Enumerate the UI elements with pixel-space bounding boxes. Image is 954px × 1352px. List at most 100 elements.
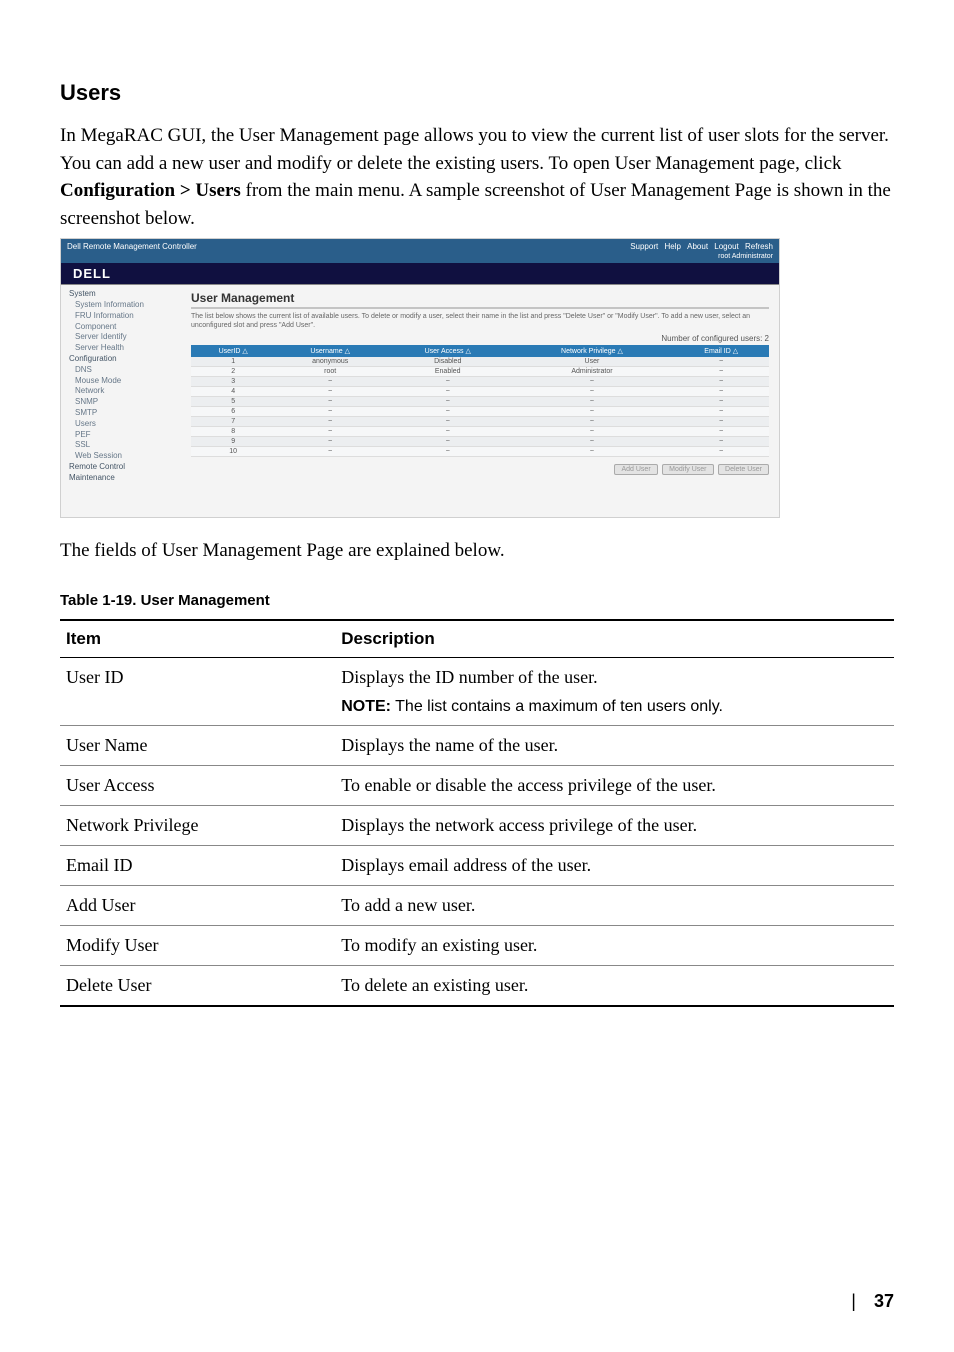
table-cell: ~ (673, 396, 769, 406)
nav-network[interactable]: Network (75, 386, 175, 397)
intro-bold-path: Configuration > Users (60, 180, 241, 201)
table-cell: anonymous (275, 357, 385, 367)
table-cell: ~ (385, 416, 511, 426)
table-row[interactable]: 10~~~~ (191, 446, 769, 456)
table-row[interactable]: 8~~~~ (191, 426, 769, 436)
nav-dns[interactable]: DNS (75, 365, 175, 376)
nav-server-health[interactable]: Server Health (75, 343, 175, 354)
table-cell: Disabled (385, 357, 511, 367)
table-cell: Administrator (510, 366, 673, 376)
table-cell: ~ (510, 436, 673, 446)
table-cell: ~ (510, 406, 673, 416)
table-cell: 6 (191, 406, 275, 416)
link-refresh[interactable]: Refresh (745, 242, 773, 251)
nav-component[interactable]: Component (75, 322, 175, 333)
add-user-button[interactable]: Add User (614, 464, 657, 475)
col-username[interactable]: Username △ (275, 345, 385, 357)
table-row[interactable]: 4~~~~ (191, 386, 769, 396)
row-userid-desc-text: Displays the ID number of the user. (341, 667, 888, 688)
nav-maintenance[interactable]: Maintenance (69, 473, 175, 484)
fields-col-desc: Description (335, 620, 894, 658)
link-logout[interactable]: Logout (714, 242, 738, 251)
table-cell: ~ (275, 446, 385, 456)
nav-smtp[interactable]: SMTP (75, 408, 175, 419)
table-row[interactable]: 1anonymousDisabledUser~ (191, 357, 769, 367)
row-username-item: User Name (60, 726, 335, 766)
panel-description: The list below shows the current list of… (191, 313, 769, 330)
table-cell: ~ (673, 406, 769, 416)
table-row[interactable]: 5~~~~ (191, 396, 769, 406)
link-about[interactable]: About (687, 242, 708, 251)
row-modifyuser-item: Modify User (60, 926, 335, 966)
table-row[interactable]: 6~~~~ (191, 406, 769, 416)
table-row[interactable]: 9~~~~ (191, 436, 769, 446)
nav-fru-info[interactable]: FRU Information (75, 311, 175, 322)
table-cell: 9 (191, 436, 275, 446)
nav-remote-control[interactable]: Remote Control (69, 462, 175, 473)
table-cell: ~ (385, 446, 511, 456)
nav-pef[interactable]: PEF (75, 430, 175, 441)
table-cell: ~ (385, 386, 511, 396)
nav-ssl[interactable]: SSL (75, 440, 175, 451)
nav-system[interactable]: System (69, 289, 175, 300)
table-cell: 8 (191, 426, 275, 436)
table-row[interactable]: 3~~~~ (191, 376, 769, 386)
page-number-area: |37 (851, 1291, 894, 1312)
nav-mouse-mode[interactable]: Mouse Mode (75, 376, 175, 387)
table-cell: 5 (191, 396, 275, 406)
row-userid-item: User ID (60, 658, 335, 726)
table-cell: ~ (385, 436, 511, 446)
section-heading: Users (60, 80, 894, 106)
note-text: The list contains a maximum of ten users… (391, 698, 723, 715)
table-cell: ~ (275, 406, 385, 416)
table-cell: root (275, 366, 385, 376)
intro-paragraph: In MegaRAC GUI, the User Management page… (60, 122, 894, 232)
link-help[interactable]: Help (664, 242, 680, 251)
table-cell: ~ (510, 416, 673, 426)
screenshot: Dell Remote Management Controller Suppor… (60, 238, 780, 518)
table-cell: ~ (673, 416, 769, 426)
table-cell: ~ (275, 426, 385, 436)
modify-user-button[interactable]: Modify User (662, 464, 713, 475)
table-cell: ~ (673, 446, 769, 456)
row-adduser-item: Add User (60, 886, 335, 926)
row-emailid-desc: Displays email address of the user. (335, 846, 894, 886)
window-titlebar: Dell Remote Management Controller Suppor… (61, 239, 779, 253)
table-cell: 3 (191, 376, 275, 386)
delete-user-button[interactable]: Delete User (718, 464, 769, 475)
nav-snmp[interactable]: SNMP (75, 397, 175, 408)
table-cell: ~ (673, 376, 769, 386)
col-userid[interactable]: UserID △ (191, 345, 275, 357)
table-row[interactable]: 2rootEnabledAdministrator~ (191, 366, 769, 376)
table-cell: 10 (191, 446, 275, 456)
row-useraccess-desc: To enable or disable the access privileg… (335, 766, 894, 806)
table-cell: 1 (191, 357, 275, 367)
top-link-bar: Support Help About Logout Refresh (626, 242, 773, 251)
fields-col-item: Item (60, 620, 335, 658)
nav-system-info[interactable]: System Information (75, 300, 175, 311)
page-number: 37 (874, 1291, 894, 1311)
table-cell: ~ (510, 386, 673, 396)
link-support[interactable]: Support (630, 242, 658, 251)
nav-configuration[interactable]: Configuration (69, 354, 175, 365)
intro-text-1: In MegaRAC GUI, the User Management page… (60, 125, 889, 174)
fields-table: Item Description User ID Displays the ID… (60, 619, 894, 1007)
table-cell: ~ (510, 426, 673, 436)
col-emailid[interactable]: Email ID △ (673, 345, 769, 357)
nav-server-identify[interactable]: Server Identify (75, 332, 175, 343)
row-networkpriv-desc: Displays the network access privilege of… (335, 806, 894, 846)
nav-users[interactable]: Users (75, 419, 175, 430)
table-row[interactable]: 7~~~~ (191, 416, 769, 426)
table-caption: Table 1-19. User Management (60, 592, 894, 609)
table-cell: ~ (673, 366, 769, 376)
col-networkpriv[interactable]: Network Privilege △ (510, 345, 673, 357)
nav-web-session[interactable]: Web Session (75, 451, 175, 462)
table-cell: ~ (385, 406, 511, 416)
col-useraccess[interactable]: User Access △ (385, 345, 511, 357)
row-emailid-item: Email ID (60, 846, 335, 886)
table-cell: ~ (673, 436, 769, 446)
note-label: NOTE: (341, 698, 391, 715)
row-adduser-desc: To add a new user. (335, 886, 894, 926)
table-cell: ~ (275, 436, 385, 446)
table-cell: ~ (385, 426, 511, 436)
